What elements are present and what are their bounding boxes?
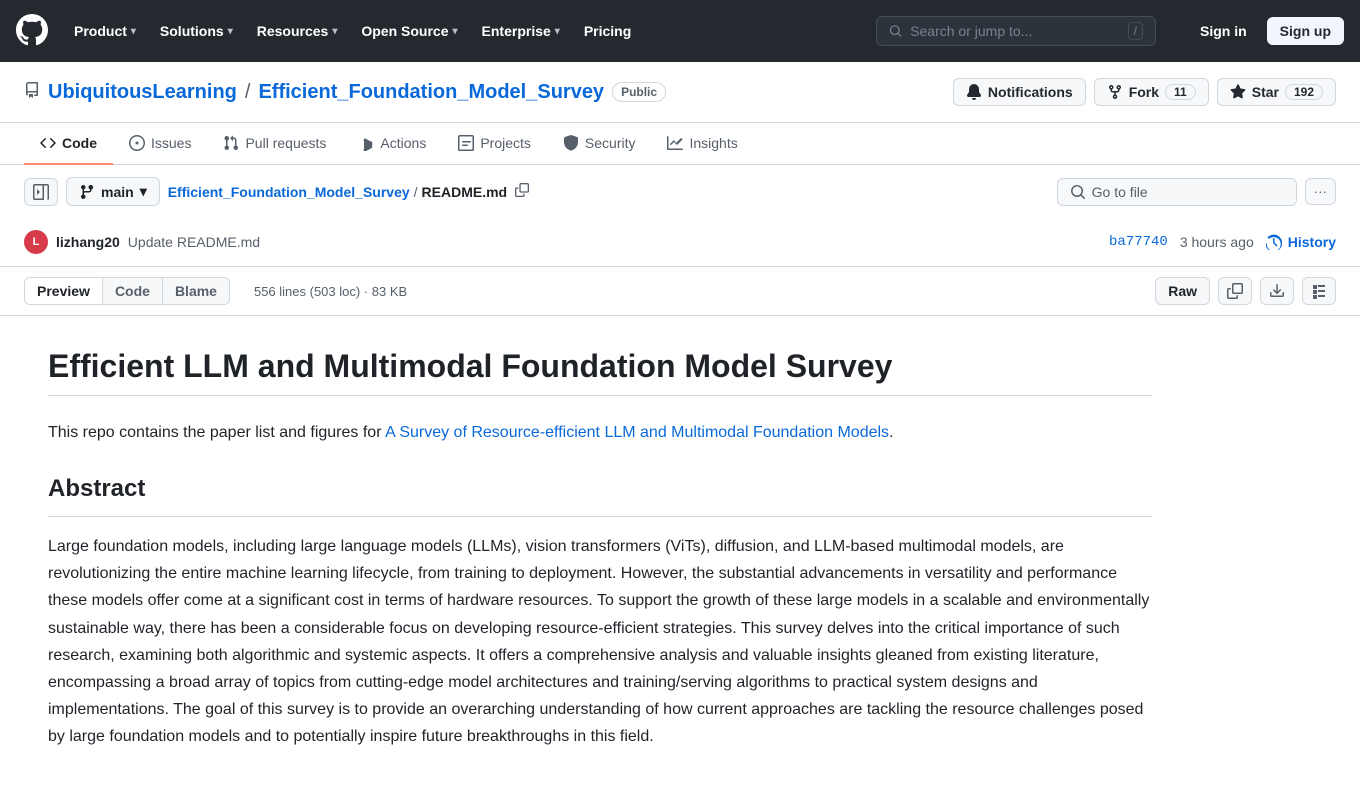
file-toolbar-right: Raw — [1155, 277, 1336, 305]
more-options-button[interactable]: ··· — [1305, 178, 1336, 205]
repo-name-link[interactable]: Efficient_Foundation_Model_Survey — [258, 81, 604, 104]
tab-insights[interactable]: Insights — [651, 123, 753, 165]
breadcrumb: Efficient_Foundation_Model_Survey / READ… — [168, 183, 529, 200]
tab-code-view[interactable]: Code — [103, 278, 163, 304]
search-shortcut: / — [1128, 22, 1143, 40]
bell-icon — [966, 84, 982, 100]
readme-content: Efficient LLM and Multimodal Foundation … — [0, 316, 1200, 798]
commit-message: Update README.md — [128, 234, 260, 250]
raw-button[interactable]: Raw — [1155, 277, 1210, 305]
repo-owner-link[interactable]: UbiquitousLearning — [48, 81, 237, 104]
file-view-tabs: Preview Code Blame — [24, 277, 230, 305]
chevron-down-icon: ▾ — [332, 26, 337, 37]
search-icon — [889, 23, 902, 39]
star-button[interactable]: Star 192 — [1217, 78, 1336, 106]
list-icon — [1311, 283, 1327, 299]
github-logo[interactable] — [16, 14, 48, 49]
repo-title: UbiquitousLearning / Efficient_Foundatio… — [24, 81, 666, 104]
commit-info-right: ba77740 3 hours ago History — [1109, 234, 1336, 250]
chevron-down-icon: ▾ — [453, 26, 458, 37]
fork-button[interactable]: Fork 11 — [1094, 78, 1209, 106]
code-icon — [40, 135, 56, 151]
tab-projects[interactable]: Projects — [442, 123, 547, 165]
nav-opensource[interactable]: Open Source ▾ — [351, 15, 467, 47]
repo-action-buttons: Notifications Fork 11 Star 192 — [953, 78, 1336, 106]
insights-icon — [667, 135, 683, 151]
actions-icon — [358, 135, 374, 151]
nav-solutions[interactable]: Solutions ▾ — [150, 15, 243, 47]
nav-enterprise[interactable]: Enterprise ▾ — [472, 15, 570, 47]
signup-button[interactable]: Sign up — [1267, 17, 1344, 45]
tab-actions[interactable]: Actions — [342, 123, 442, 165]
breadcrumb-file: README.md — [422, 184, 508, 200]
history-icon — [1266, 234, 1282, 250]
sidebar-toggle-button[interactable] — [24, 178, 58, 206]
branch-icon — [79, 184, 95, 200]
file-toolbar: Preview Code Blame 556 lines (503 loc) ·… — [0, 267, 1360, 316]
tab-issues[interactable]: Issues — [113, 123, 207, 165]
search-input[interactable] — [910, 23, 1119, 39]
readme-intro: This repo contains the paper list and fi… — [48, 420, 1152, 446]
file-toolbar-left: Preview Code Blame 556 lines (503 loc) ·… — [24, 277, 407, 305]
notifications-button[interactable]: Notifications — [953, 78, 1086, 106]
commit-row: L lizhang20 Update README.md ba77740 3 h… — [0, 218, 1360, 267]
tab-preview[interactable]: Preview — [25, 278, 103, 304]
fork-icon — [1107, 84, 1123, 100]
abstract-title: Abstract — [48, 470, 1152, 517]
readme-paper-link[interactable]: A Survey of Resource-efficient LLM and M… — [385, 424, 889, 441]
search-icon — [1070, 184, 1086, 200]
copy-raw-button[interactable] — [1218, 277, 1252, 305]
copy-path-button[interactable] — [515, 183, 529, 200]
nav-resources[interactable]: Resources ▾ — [247, 15, 348, 47]
auth-buttons: Sign in Sign up — [1188, 17, 1344, 45]
tab-blame[interactable]: Blame — [163, 278, 229, 304]
commit-time: 3 hours ago — [1180, 234, 1254, 250]
star-icon — [1230, 84, 1246, 100]
outline-button[interactable] — [1302, 277, 1336, 305]
branch-selector[interactable]: main ▾ — [66, 177, 160, 206]
avatar: L — [24, 230, 48, 254]
tab-pull-requests[interactable]: Pull requests — [207, 123, 342, 165]
nav-items: Product ▾ Solutions ▾ Resources ▾ Open S… — [64, 15, 641, 47]
nav-product[interactable]: Product ▾ — [64, 15, 146, 47]
top-navigation: Product ▾ Solutions ▾ Resources ▾ Open S… — [0, 0, 1360, 62]
security-icon — [563, 135, 579, 151]
nav-pricing[interactable]: Pricing — [574, 15, 641, 47]
search-bar[interactable]: / — [876, 16, 1156, 46]
commit-info-left: L lizhang20 Update README.md — [24, 230, 260, 254]
repo-icon — [24, 81, 40, 104]
breadcrumb-repo-link[interactable]: Efficient_Foundation_Model_Survey — [168, 184, 410, 200]
visibility-badge: Public — [612, 82, 666, 102]
commit-hash-link[interactable]: ba77740 — [1109, 234, 1168, 250]
repo-tabs: Code Issues Pull requests Actions Projec… — [0, 123, 1360, 165]
commit-author-link[interactable]: lizhang20 — [56, 234, 120, 250]
tab-code[interactable]: Code — [24, 123, 113, 165]
chevron-down-icon: ▾ — [131, 26, 136, 37]
copy-icon — [1227, 283, 1243, 299]
readme-body: This repo contains the paper list and fi… — [48, 420, 1152, 750]
tab-security[interactable]: Security — [547, 123, 652, 165]
readme-title: Efficient LLM and Multimodal Foundation … — [48, 348, 1152, 396]
file-stats: 556 lines (503 loc) · 83 KB — [254, 284, 407, 299]
signin-button[interactable]: Sign in — [1188, 17, 1259, 45]
chevron-down-icon: ▾ — [140, 183, 147, 200]
file-header-right: Go to file ··· — [1057, 178, 1336, 206]
chevron-down-icon: ▾ — [228, 26, 233, 37]
file-header: main ▾ Efficient_Foundation_Model_Survey… — [0, 165, 1360, 218]
issue-icon — [129, 135, 145, 151]
download-button[interactable] — [1260, 277, 1294, 305]
star-count: 192 — [1285, 84, 1323, 100]
projects-icon — [458, 135, 474, 151]
repo-header: UbiquitousLearning / Efficient_Foundatio… — [0, 62, 1360, 123]
goto-file-button[interactable]: Go to file — [1057, 178, 1297, 206]
history-button[interactable]: History — [1266, 234, 1336, 250]
sidebar-icon — [33, 184, 49, 200]
pr-icon — [223, 135, 239, 151]
fork-count: 11 — [1165, 84, 1196, 100]
chevron-down-icon: ▾ — [555, 26, 560, 37]
abstract-text: Large foundation models, including large… — [48, 533, 1152, 751]
file-header-left: main ▾ Efficient_Foundation_Model_Survey… — [24, 177, 529, 206]
download-icon — [1269, 283, 1285, 299]
